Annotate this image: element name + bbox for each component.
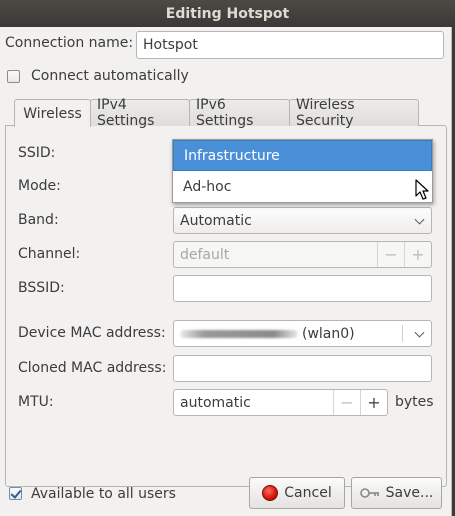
available-to-all-users-label[interactable]: Available to all users	[31, 486, 176, 502]
device-mac-combo[interactable]: (wlan0)	[173, 320, 432, 347]
connect-automatically-checkbox[interactable]	[7, 70, 20, 83]
mode-option-ad-hoc-label: Ad-hoc	[183, 178, 232, 195]
mode-dropdown-menu[interactable]: Infrastructure Ad-hoc	[172, 139, 433, 203]
connect-automatically-label[interactable]: Connect automatically	[31, 68, 189, 84]
band-dropdown[interactable]: Automatic	[173, 207, 432, 234]
tab-wireless-label: Wireless	[23, 105, 82, 122]
cloned-mac-label: Cloned MAC address:	[18, 360, 167, 376]
connection-name-value: Hotspot	[143, 37, 198, 53]
mode-option-infrastructure[interactable]: Infrastructure	[173, 140, 432, 171]
connection-name-input[interactable]: Hotspot	[136, 31, 444, 59]
mtu-decrement-button[interactable]: −	[333, 390, 360, 415]
available-to-all-users-checkbox[interactable]	[9, 487, 22, 500]
save-button-label: Save...	[385, 485, 434, 501]
mtu-value: automatic	[180, 394, 251, 411]
device-mac-suffix: (wlan0)	[302, 325, 355, 342]
stop-icon	[262, 485, 279, 501]
mode-label: Mode:	[18, 178, 61, 194]
tab-wireless-security-label: Wireless Security	[296, 97, 355, 129]
tab-wireless[interactable]: Wireless	[14, 99, 91, 127]
cancel-button-label: Cancel	[284, 485, 332, 501]
channel-spinbox: default − +	[173, 241, 432, 268]
mode-option-ad-hoc[interactable]: Ad-hoc	[173, 171, 432, 202]
channel-decrement-button: −	[377, 242, 404, 267]
chevron-down-icon	[414, 214, 425, 225]
channel-increment-button: +	[404, 242, 431, 267]
tab-ipv6-label: IPv6 Settings	[196, 97, 254, 129]
tab-ipv4-settings[interactable]: IPv4 Settings	[90, 97, 190, 129]
device-mac-label: Device MAC address:	[18, 325, 166, 341]
tab-ipv4-label: IPv4 Settings	[97, 97, 155, 129]
tab-bar: Wireless IPv4 Settings IPv6 Settings Wir…	[14, 97, 419, 129]
window-titlebar: Editing Hotspot	[0, 0, 455, 27]
ssid-label: SSID:	[18, 145, 56, 161]
combo-separator	[402, 325, 403, 342]
cancel-button[interactable]: Cancel	[249, 477, 345, 509]
mtu-increment-button[interactable]: +	[360, 390, 387, 415]
mtu-unit-label: bytes	[395, 394, 434, 410]
cloned-mac-input[interactable]	[173, 355, 432, 382]
bssid-label: BSSID:	[18, 280, 65, 296]
key-icon	[359, 488, 379, 498]
band-label: Band:	[18, 212, 59, 228]
chevron-down-icon[interactable]	[414, 327, 425, 338]
mode-option-infrastructure-label: Infrastructure	[184, 147, 280, 164]
tab-wireless-security[interactable]: Wireless Security	[289, 97, 419, 129]
channel-label: Channel:	[18, 246, 81, 262]
mtu-label: MTU:	[18, 394, 54, 410]
window-title: Editing Hotspot	[165, 5, 290, 22]
channel-value: default	[180, 246, 230, 263]
mouse-cursor-icon	[415, 179, 429, 200]
band-value: Automatic	[180, 212, 252, 229]
mtu-spinbox[interactable]: automatic − +	[173, 389, 388, 416]
dialog-window: Connection name: Hotspot Connect automat…	[0, 27, 452, 516]
tab-ipv6-settings[interactable]: IPv6 Settings	[189, 97, 290, 129]
save-button[interactable]: Save...	[351, 477, 442, 509]
bssid-input[interactable]	[173, 275, 432, 302]
redacted-mac-address	[180, 329, 298, 338]
connection-name-label: Connection name:	[5, 35, 134, 51]
